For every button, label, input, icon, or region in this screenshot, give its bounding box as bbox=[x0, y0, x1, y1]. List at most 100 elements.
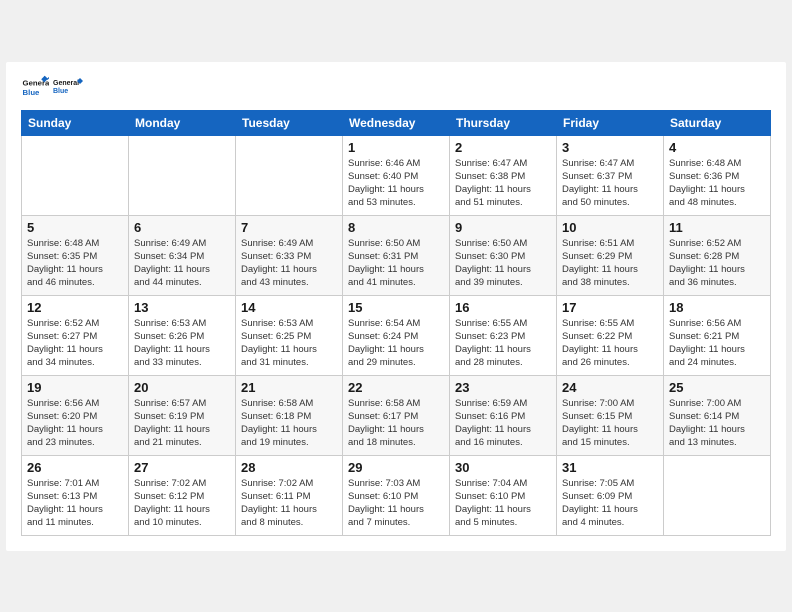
day-info: Sunrise: 7:05 AMSunset: 6:09 PMDaylight:… bbox=[562, 477, 658, 530]
day-info: Sunrise: 6:56 AMSunset: 6:20 PMDaylight:… bbox=[27, 397, 123, 450]
day-number: 17 bbox=[562, 300, 658, 315]
calendar-day-cell: 28Sunrise: 7:02 AMSunset: 6:11 PMDayligh… bbox=[236, 455, 343, 535]
day-info: Sunrise: 6:50 AMSunset: 6:30 PMDaylight:… bbox=[455, 237, 551, 290]
calendar-day-cell: 3 Sunrise: 6:47 AMSunset: 6:37 PMDaylight… bbox=[557, 135, 664, 215]
calendar-day-cell: 17Sunrise: 6:55 AMSunset: 6:22 PMDayligh… bbox=[557, 295, 664, 375]
calendar-day-cell: 25Sunrise: 7:00 AMSunset: 6:14 PMDayligh… bbox=[664, 375, 771, 455]
header-tuesday: Tuesday bbox=[236, 110, 343, 135]
svg-text:Blue: Blue bbox=[23, 87, 41, 96]
day-number: 10 bbox=[562, 220, 658, 235]
calendar-day-cell: 29Sunrise: 7:03 AMSunset: 6:10 PMDayligh… bbox=[343, 455, 450, 535]
logo-icon: General Blue bbox=[21, 73, 49, 101]
day-info: Sunrise: 6:58 AMSunset: 6:18 PMDaylight:… bbox=[241, 397, 337, 450]
calendar-day-cell: 8 Sunrise: 6:50 AMSunset: 6:31 PMDaylight… bbox=[343, 215, 450, 295]
calendar-week-row: 12 Sunrise: 6:52 AMSunset: 6:27 PMDayligh… bbox=[22, 295, 771, 375]
day-info: Sunrise: 6:49 AMSunset: 6:34 PMDaylight:… bbox=[134, 237, 230, 290]
day-info: Sunrise: 6:47 AMSunset: 6:37 PMDaylight:… bbox=[562, 157, 658, 210]
weekday-header-row: Sunday Monday Tuesday Wednesday Thursday… bbox=[22, 110, 771, 135]
day-number: 1 bbox=[348, 140, 444, 155]
calendar-day-cell: 5 Sunrise: 6:48 AMSunset: 6:35 PMDaylight… bbox=[22, 215, 129, 295]
calendar-day-cell: 26Sunrise: 7:01 AMSunset: 6:13 PMDayligh… bbox=[22, 455, 129, 535]
day-info: Sunrise: 6:50 AMSunset: 6:31 PMDaylight:… bbox=[348, 237, 444, 290]
day-number: 12 bbox=[27, 300, 123, 315]
day-number: 24 bbox=[562, 380, 658, 395]
day-info: Sunrise: 6:51 AMSunset: 6:29 PMDaylight:… bbox=[562, 237, 658, 290]
calendar-day-cell: 21 Sunrise: 6:58 AMSunset: 6:18 PMDayligh… bbox=[236, 375, 343, 455]
day-info: Sunrise: 6:46 AMSunset: 6:40 PMDaylight:… bbox=[348, 157, 444, 210]
calendar-header: General Blue General Blue bbox=[21, 72, 771, 102]
day-info: Sunrise: 6:49 AMSunset: 6:33 PMDaylight:… bbox=[241, 237, 337, 290]
calendar-week-row: 26Sunrise: 7:01 AMSunset: 6:13 PMDayligh… bbox=[22, 455, 771, 535]
day-info: Sunrise: 6:48 AMSunset: 6:35 PMDaylight:… bbox=[27, 237, 123, 290]
header-saturday: Saturday bbox=[664, 110, 771, 135]
calendar-day-cell: 20 Sunrise: 6:57 AMSunset: 6:19 PMDayligh… bbox=[129, 375, 236, 455]
calendar-day-cell: 22 Sunrise: 6:58 AMSunset: 6:17 PMDayligh… bbox=[343, 375, 450, 455]
calendar-day-cell: 4Sunrise: 6:48 AMSunset: 6:36 PMDaylight… bbox=[664, 135, 771, 215]
day-number: 2 bbox=[455, 140, 551, 155]
day-info: Sunrise: 7:01 AMSunset: 6:13 PMDaylight:… bbox=[27, 477, 123, 530]
day-info: Sunrise: 6:47 AMSunset: 6:38 PMDaylight:… bbox=[455, 157, 551, 210]
calendar-day-cell: 1 Sunrise: 6:46 AMSunset: 6:40 PMDaylight… bbox=[343, 135, 450, 215]
day-number: 15 bbox=[348, 300, 444, 315]
day-info: Sunrise: 6:59 AMSunset: 6:16 PMDaylight:… bbox=[455, 397, 551, 450]
day-number: 14 bbox=[241, 300, 337, 315]
day-number: 22 bbox=[348, 380, 444, 395]
day-info: Sunrise: 6:55 AMSunset: 6:23 PMDaylight:… bbox=[455, 317, 551, 370]
day-number: 19 bbox=[27, 380, 123, 395]
calendar-day-cell: 31 Sunrise: 7:05 AMSunset: 6:09 PMDayligh… bbox=[557, 455, 664, 535]
calendar-week-row: 1 Sunrise: 6:46 AMSunset: 6:40 PMDaylight… bbox=[22, 135, 771, 215]
day-number: 18 bbox=[669, 300, 765, 315]
day-number: 21 bbox=[241, 380, 337, 395]
day-number: 7 bbox=[241, 220, 337, 235]
calendar-week-row: 5 Sunrise: 6:48 AMSunset: 6:35 PMDaylight… bbox=[22, 215, 771, 295]
day-info: Sunrise: 6:48 AMSunset: 6:36 PMDaylight:… bbox=[669, 157, 765, 210]
day-info: Sunrise: 6:53 AMSunset: 6:25 PMDaylight:… bbox=[241, 317, 337, 370]
calendar-wrapper: General Blue General Blue bbox=[6, 62, 786, 551]
calendar-day-cell bbox=[664, 455, 771, 535]
calendar-day-cell bbox=[236, 135, 343, 215]
calendar-day-cell: 15Sunrise: 6:54 AMSunset: 6:24 PMDayligh… bbox=[343, 295, 450, 375]
header-thursday: Thursday bbox=[450, 110, 557, 135]
calendar-day-cell: 14 Sunrise: 6:53 AMSunset: 6:25 PMDayligh… bbox=[236, 295, 343, 375]
day-number: 31 bbox=[562, 460, 658, 475]
day-info: Sunrise: 6:52 AMSunset: 6:27 PMDaylight:… bbox=[27, 317, 123, 370]
day-info: Sunrise: 6:58 AMSunset: 6:17 PMDaylight:… bbox=[348, 397, 444, 450]
calendar-day-cell: 16 Sunrise: 6:55 AMSunset: 6:23 PMDayligh… bbox=[450, 295, 557, 375]
day-number: 28 bbox=[241, 460, 337, 475]
calendar-day-cell: 23 Sunrise: 6:59 AMSunset: 6:16 PMDayligh… bbox=[450, 375, 557, 455]
day-number: 5 bbox=[27, 220, 123, 235]
header-friday: Friday bbox=[557, 110, 664, 135]
calendar-day-cell: 10 Sunrise: 6:51 AMSunset: 6:29 PMDayligh… bbox=[557, 215, 664, 295]
calendar-week-row: 19 Sunrise: 6:56 AMSunset: 6:20 PMDayligh… bbox=[22, 375, 771, 455]
day-info: Sunrise: 6:52 AMSunset: 6:28 PMDaylight:… bbox=[669, 237, 765, 290]
day-number: 8 bbox=[348, 220, 444, 235]
day-info: Sunrise: 6:57 AMSunset: 6:19 PMDaylight:… bbox=[134, 397, 230, 450]
calendar-day-cell bbox=[22, 135, 129, 215]
calendar-day-cell: 13Sunrise: 6:53 AMSunset: 6:26 PMDayligh… bbox=[129, 295, 236, 375]
day-number: 20 bbox=[134, 380, 230, 395]
logo: General Blue General Blue bbox=[21, 72, 83, 102]
header-sunday: Sunday bbox=[22, 110, 129, 135]
calendar-day-cell bbox=[129, 135, 236, 215]
day-number: 30 bbox=[455, 460, 551, 475]
day-number: 25 bbox=[669, 380, 765, 395]
calendar-day-cell: 18 Sunrise: 6:56 AMSunset: 6:21 PMDayligh… bbox=[664, 295, 771, 375]
day-number: 23 bbox=[455, 380, 551, 395]
day-info: Sunrise: 7:04 AMSunset: 6:10 PMDaylight:… bbox=[455, 477, 551, 530]
calendar-day-cell: 12 Sunrise: 6:52 AMSunset: 6:27 PMDayligh… bbox=[22, 295, 129, 375]
calendar-table: Sunday Monday Tuesday Wednesday Thursday… bbox=[21, 110, 771, 536]
day-info: Sunrise: 7:02 AMSunset: 6:12 PMDaylight:… bbox=[134, 477, 230, 530]
day-number: 11 bbox=[669, 220, 765, 235]
calendar-day-cell: 7 Sunrise: 6:49 AMSunset: 6:33 PMDaylight… bbox=[236, 215, 343, 295]
header-wednesday: Wednesday bbox=[343, 110, 450, 135]
calendar-day-cell: 2 Sunrise: 6:47 AMSunset: 6:38 PMDaylight… bbox=[450, 135, 557, 215]
day-number: 27 bbox=[134, 460, 230, 475]
calendar-day-cell: 30 Sunrise: 7:04 AMSunset: 6:10 PMDayligh… bbox=[450, 455, 557, 535]
svg-text:Blue: Blue bbox=[53, 88, 68, 95]
general-blue-logo-svg: General Blue bbox=[53, 72, 83, 102]
day-info: Sunrise: 6:56 AMSunset: 6:21 PMDaylight:… bbox=[669, 317, 765, 370]
day-number: 9 bbox=[455, 220, 551, 235]
day-number: 16 bbox=[455, 300, 551, 315]
day-number: 3 bbox=[562, 140, 658, 155]
day-info: Sunrise: 7:00 AMSunset: 6:15 PMDaylight:… bbox=[562, 397, 658, 450]
